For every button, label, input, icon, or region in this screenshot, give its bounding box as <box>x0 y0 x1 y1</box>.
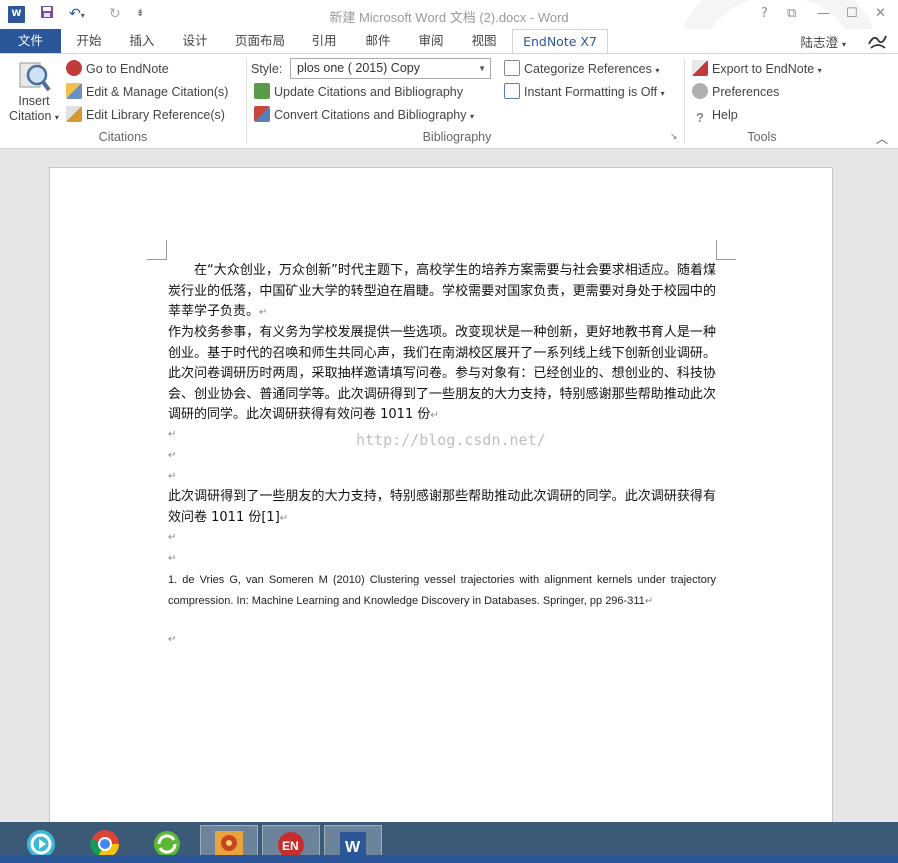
preferences-icon <box>692 83 708 99</box>
update-label: Update Citations and Bibliography <box>274 85 464 99</box>
preferences-label: Preferences <box>712 85 780 99</box>
instant-formatting-dropdown-icon: ▾ <box>660 89 665 98</box>
style-select-value: plos one ( 2015) Copy <box>297 61 420 75</box>
paragraph-mark: ↵ <box>430 410 439 421</box>
title-bar: W ↶▾ ↻ ⇟ 新建 Microsoft Word 文档 (2).docx -… <box>0 0 898 140</box>
convert-label: Convert Citations and Bibliography <box>274 108 467 122</box>
tab-endnote-x7[interactable]: EndNote X7 <box>512 29 608 54</box>
paragraph-mark: ↵ <box>168 634 177 645</box>
paragraph-mark: ↵ <box>168 553 177 564</box>
collapse-ribbon-icon[interactable]: ︿ <box>876 130 888 147</box>
export-icon <box>692 60 708 76</box>
paragraph-mark: ↵ <box>644 595 654 607</box>
svg-text:W: W <box>345 839 361 856</box>
paragraph-1[interactable]: 在“大众创业，万众创新”时代主题下，高校学生的培养方案需要与社会要求相适应。随着… <box>168 261 716 324</box>
go-to-endnote-button[interactable]: Go to EndNote <box>66 59 169 79</box>
insert-citation-label: Insert <box>18 94 50 108</box>
document-page[interactable]: 在“大众创业，万众创新”时代主题下，高校学生的培养方案需要与社会要求相适应。随着… <box>49 167 833 847</box>
paragraph-mark: ↵ <box>168 471 177 482</box>
tools-group-label: Tools <box>747 130 777 144</box>
bibliography-entry[interactable]: 1. de Vries G, van Someren M (2010) Clus… <box>168 570 716 612</box>
instant-formatting-label: Instant Formatting is Off <box>524 85 658 99</box>
tab-page-layout[interactable]: 页面布局 <box>228 29 292 53</box>
tab-home[interactable]: 开始 <box>65 29 113 53</box>
edit-manage-citations-button[interactable]: Edit & Manage Citation(s) <box>66 82 228 102</box>
bibliography-entry-text: 1. de Vries G, van Someren M (2010) Clus… <box>168 574 716 607</box>
tab-file[interactable]: 文件 <box>0 29 61 53</box>
edit-manage-label: Edit & Manage Citation(s) <box>86 85 229 99</box>
watermark: http://blog.csdn.net/ <box>356 431 546 449</box>
style-select[interactable]: plos one ( 2015) Copy ▼ <box>290 58 491 79</box>
help-button[interactable]: ? Help <box>692 105 738 125</box>
question-icon: ? <box>696 110 704 125</box>
edit-library-icon <box>66 106 82 122</box>
svg-text:EN: EN <box>282 839 299 853</box>
chevron-down-icon: ▼ <box>478 64 486 73</box>
paragraph-2-text: 作为校务参事，有义务为学校发展提供一些选项。改变现状是一种创新，更好地教书育人是… <box>168 325 716 422</box>
preferences-button[interactable]: Preferences <box>692 82 779 102</box>
paragraph-mark: ↵ <box>168 429 177 440</box>
help-label: Help <box>712 108 738 122</box>
categorize-icon <box>504 60 520 76</box>
update-icon <box>254 83 270 99</box>
instant-formatting-button[interactable]: Instant Formatting is Off ▾ <box>504 82 665 102</box>
user-name: 陆志澄 <box>800 35 838 50</box>
endnote-ribbon: Insert Citation ▾ Go to EndNote Edit & M… <box>0 53 898 149</box>
close-icon[interactable]: ✕ <box>875 5 886 23</box>
bibliography-group-label: Bibliography <box>422 130 492 144</box>
dialog-launcher-icon[interactable]: ↘ <box>670 132 678 142</box>
edit-citation-icon <box>66 83 82 99</box>
paragraph-mark: ↵ <box>168 532 177 543</box>
go-to-endnote-label: Go to EndNote <box>86 62 169 76</box>
categorize-dropdown-icon: ▾ <box>655 66 660 75</box>
paragraph-3-text: 此次调研得到了一些朋友的大力支持，特别感谢那些帮助推动此次调研的同学。此次调研获… <box>168 489 716 525</box>
magnifier-icon <box>17 60 51 94</box>
export-dropdown-icon: ▾ <box>817 66 822 75</box>
minimize-icon[interactable]: — <box>817 5 830 23</box>
paragraph-3[interactable]: 此次调研得到了一些朋友的大力支持，特别感谢那些帮助推动此次调研的同学。此次调研获… <box>168 487 716 529</box>
maximize-icon[interactable]: ☐ <box>846 5 858 23</box>
paragraph-mark: ↵ <box>168 450 177 461</box>
categorize-references-button[interactable]: Categorize References ▾ <box>504 59 659 79</box>
tab-mailings[interactable]: 邮件 <box>354 29 402 53</box>
export-label: Export to EndNote <box>712 62 815 76</box>
paragraph-mark: ↵ <box>259 307 268 318</box>
user-dropdown-icon: ▾ <box>841 40 846 49</box>
document-area: 在“大众创业，万众创新”时代主题下，高校学生的培养方案需要与社会要求相适应。随着… <box>0 149 898 847</box>
citations-group-label: Citations <box>98 130 148 144</box>
categorize-label: Categorize References <box>524 62 652 76</box>
status-bar <box>0 855 898 863</box>
export-to-endnote-button[interactable]: Export to EndNote ▾ <box>692 59 822 79</box>
tab-view[interactable]: 视图 <box>460 29 508 53</box>
edit-library-reference-button[interactable]: Edit Library Reference(s) <box>66 105 225 125</box>
ribbon-tabs: 文件 开始 插入 设计 页面布局 引用 邮件 审阅 视图 EndNote X7 … <box>0 29 898 54</box>
paragraph-mark: ↵ <box>279 512 289 524</box>
convert-citations-button[interactable]: Convert Citations and Bibliography ▾ <box>254 105 474 125</box>
tab-insert[interactable]: 插入 <box>118 29 166 53</box>
tab-review[interactable]: 审阅 <box>407 29 455 53</box>
insert-citation-button[interactable]: Insert Citation ▾ <box>8 58 60 128</box>
tab-design[interactable]: 设计 <box>171 29 219 53</box>
insert-citation-label-2: Citation <box>9 109 52 123</box>
user-account[interactable]: 陆志澄 ▾ <box>800 32 846 51</box>
tab-references[interactable]: 引用 <box>300 29 348 53</box>
edit-library-label: Edit Library Reference(s) <box>86 108 225 122</box>
paragraph-1-text: 在“大众创业，万众创新”时代主题下，高校学生的培养方案需要与社会要求相适应。随着… <box>168 263 716 319</box>
style-label: Style: <box>251 62 283 76</box>
update-citations-button[interactable]: Update Citations and Bibliography <box>254 82 463 102</box>
insert-citation-dropdown-icon: ▾ <box>54 113 59 122</box>
paragraph-2[interactable]: 作为校务参事，有义务为学校发展提供一些选项。改变现状是一种创新，更好地教书育人是… <box>168 323 716 427</box>
convert-dropdown-icon: ▾ <box>469 112 474 121</box>
instant-formatting-icon <box>504 83 520 99</box>
endnote-icon <box>66 60 82 76</box>
convert-icon <box>254 106 270 122</box>
ribbon-display-options-icon[interactable]: ⧉ <box>787 5 796 23</box>
margin-corner-mark <box>716 240 736 260</box>
margin-corner-mark <box>147 240 167 260</box>
help-icon[interactable]: ? <box>761 5 768 23</box>
